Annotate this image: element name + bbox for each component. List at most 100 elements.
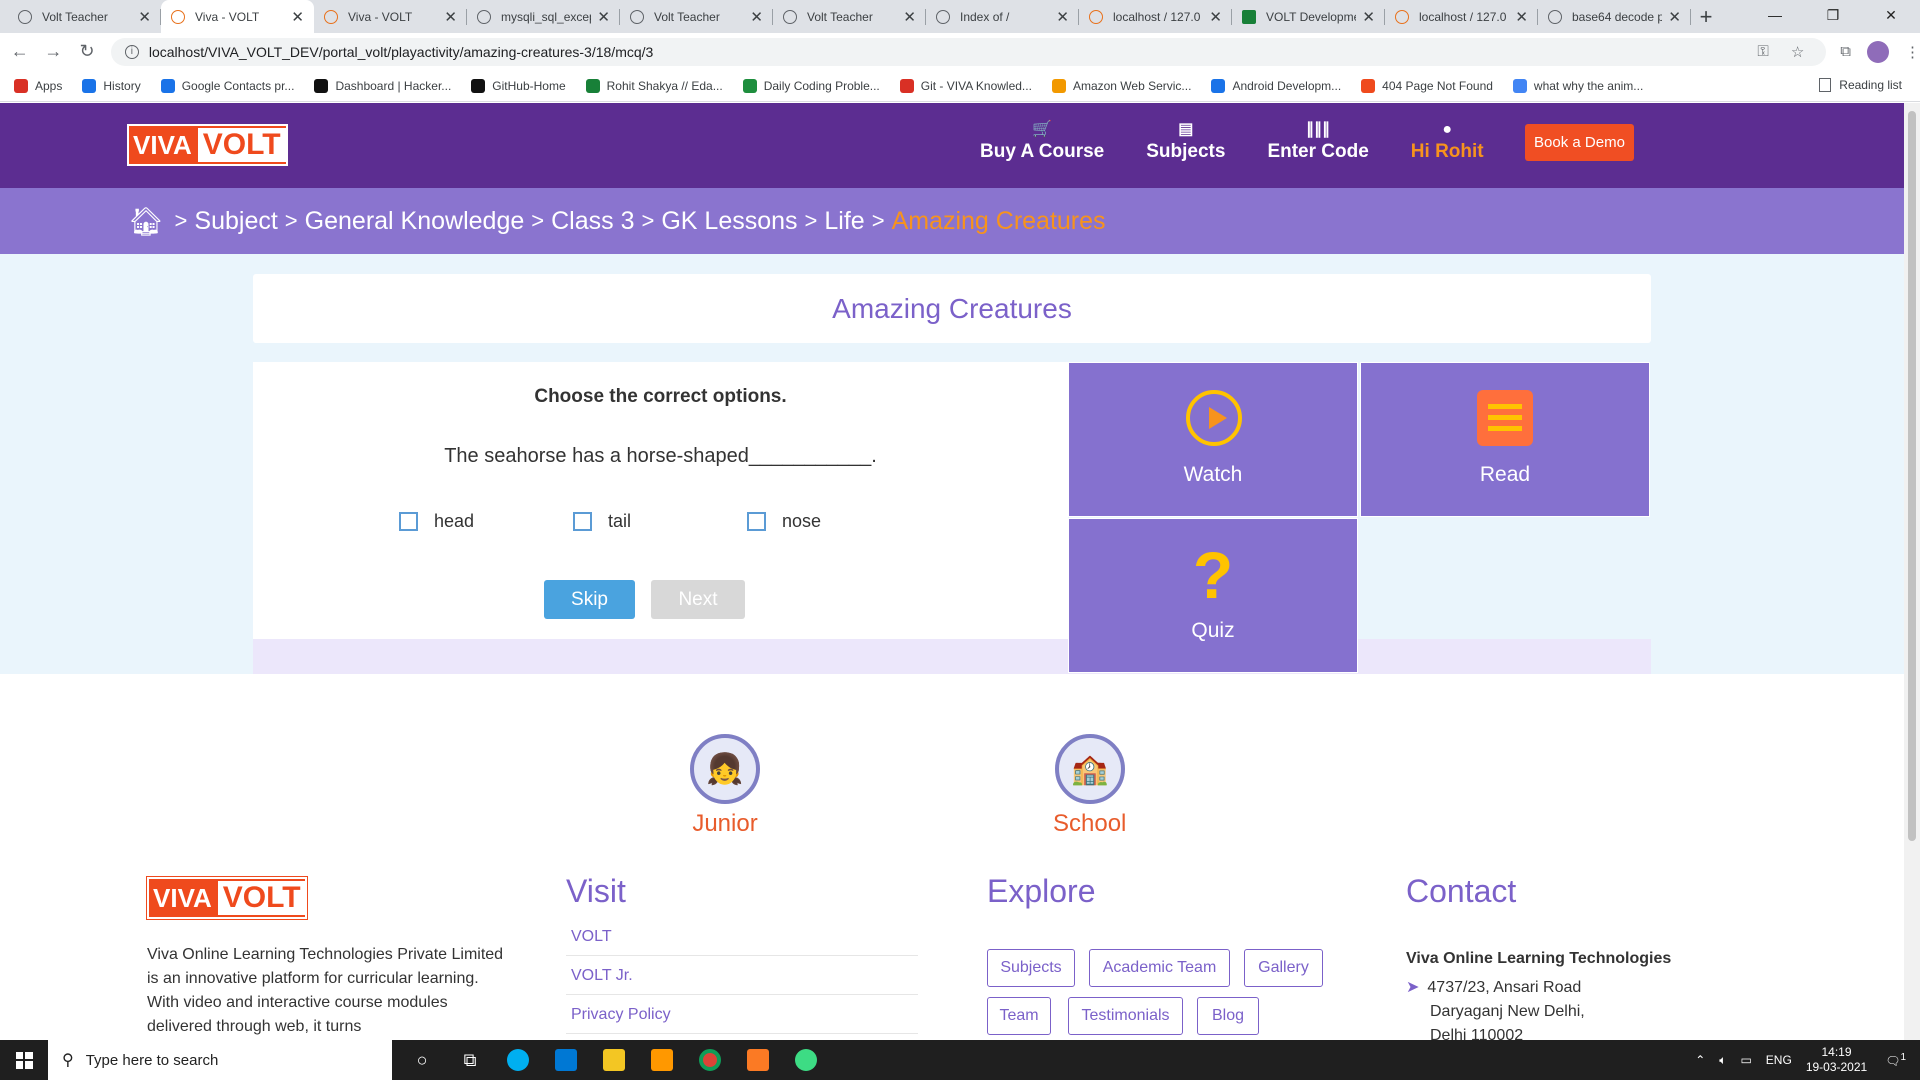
breadcrumb-item[interactable]: General Knowledge	[305, 207, 525, 236]
next-button[interactable]: Next	[651, 580, 745, 619]
browser-tab[interactable]: VOLT Developme ✕	[1232, 0, 1385, 33]
option-checkbox[interactable]	[573, 512, 592, 531]
bookmark-item[interactable]: Android Developm...	[1211, 78, 1341, 93]
browser-tab[interactable]: localhost / 127.0 ✕	[1079, 0, 1232, 33]
url-input[interactable]: i localhost/VIVA_VOLT_DEV/portal_volt/pl…	[110, 37, 1827, 66]
bookmark-star-icon[interactable]: ☆	[1791, 43, 1804, 61]
taskbar-clock[interactable]: 14:19 19-03-2021	[1806, 1045, 1867, 1075]
book-demo-button[interactable]: Book a Demo	[1525, 124, 1634, 161]
junior-category[interactable]: 👧 Junior	[690, 734, 760, 838]
viva-volt-logo[interactable]: VIVA VOLT	[127, 124, 288, 166]
explore-tag-subjects[interactable]: Subjects	[987, 949, 1075, 987]
back-icon[interactable]: ←	[6, 41, 34, 62]
home-icon[interactable]: 🏠︎	[128, 205, 164, 238]
android-studio-icon[interactable]	[782, 1040, 830, 1080]
bookmark-item[interactable]: Google Contacts pr...	[160, 78, 294, 93]
breadcrumb-item[interactable]: Life	[824, 207, 864, 236]
close-tab-icon[interactable]: ✕	[1209, 8, 1222, 26]
scrollbar-thumb[interactable]	[1908, 111, 1916, 841]
task-view-icon[interactable]: ⧉	[446, 1040, 494, 1080]
page-scrollbar[interactable]	[1904, 103, 1920, 1040]
skype-icon[interactable]	[494, 1040, 542, 1080]
read-tile[interactable]: Read	[1360, 362, 1650, 517]
xampp-icon[interactable]	[734, 1040, 782, 1080]
close-tab-icon[interactable]: ✕	[1515, 8, 1528, 26]
browser-tab[interactable]: Viva - VOLT ✕	[161, 0, 314, 33]
mail-icon[interactable]	[542, 1040, 590, 1080]
file-explorer-icon[interactable]	[590, 1040, 638, 1080]
breadcrumb-item[interactable]: Subject	[194, 207, 277, 236]
bookmark-item[interactable]: Git - VIVA Knowled...	[899, 78, 1032, 93]
bookmark-item[interactable]: Dashboard | Hacker...	[314, 78, 451, 93]
bookmark-item[interactable]: Amazon Web Servic...	[1051, 78, 1191, 93]
extensions-icon[interactable]: ⧉	[1840, 43, 1851, 60]
browser-tab[interactable]: Volt Teacher ✕	[773, 0, 926, 33]
close-tab-icon[interactable]: ✕	[1056, 8, 1069, 26]
volume-icon[interactable]: 🔈︎	[1719, 1053, 1726, 1068]
option-tail[interactable]: tail	[573, 511, 631, 532]
bookmark-item[interactable]: Apps	[14, 78, 62, 93]
nav-buy-a-course[interactable]: 🛒 Buy A Course	[980, 119, 1104, 163]
skip-button[interactable]: Skip	[544, 580, 635, 619]
close-tab-icon[interactable]: ✕	[750, 8, 763, 26]
browser-tab[interactable]: Index of / ✕	[926, 0, 1079, 33]
footer-logo[interactable]: VIVA VOLT	[147, 877, 307, 919]
language-indicator[interactable]: ENG	[1766, 1053, 1792, 1067]
bookmark-item[interactable]: what why the anim...	[1512, 78, 1643, 93]
visit-link[interactable]: VOLT Jr.	[566, 956, 918, 995]
chevron-up-icon[interactable]: ⌃	[1695, 1053, 1705, 1067]
breadcrumb-item[interactable]: Class 3	[551, 207, 634, 236]
forward-icon[interactable]: →	[40, 41, 68, 62]
site-info-icon[interactable]: i	[124, 44, 139, 59]
browser-tab[interactable]: Volt Teacher ✕	[8, 0, 161, 33]
browser-tab[interactable]: mysqli_sql_excep ✕	[467, 0, 620, 33]
bookmark-item[interactable]: History	[82, 78, 141, 93]
explore-tag-blog[interactable]: Blog	[1197, 997, 1259, 1035]
restore-icon[interactable]: ❐	[1804, 0, 1862, 33]
start-button[interactable]	[0, 1040, 48, 1080]
option-checkbox[interactable]	[747, 512, 766, 531]
browser-tab[interactable]: localhost / 127.0 ✕	[1385, 0, 1538, 33]
browser-tab[interactable]: Volt Teacher ✕	[620, 0, 773, 33]
bookmark-item[interactable]: Daily Coding Proble...	[742, 78, 880, 93]
school-category[interactable]: 🏫 School	[1053, 734, 1126, 838]
visit-link[interactable]: Privacy Policy	[566, 995, 918, 1034]
menu-kebab-icon[interactable]: ⋮	[1905, 43, 1920, 61]
bookmark-item[interactable]: GitHub-Home	[471, 78, 566, 93]
breadcrumb-item[interactable]: GK Lessons	[661, 207, 797, 236]
explore-tag-team[interactable]: Team	[987, 997, 1051, 1035]
explore-tag-gallery[interactable]: Gallery	[1244, 949, 1323, 987]
close-tab-icon[interactable]: ✕	[444, 8, 457, 26]
minimize-icon[interactable]: —	[1746, 0, 1804, 33]
quiz-tile[interactable]: ? Quiz	[1068, 518, 1358, 673]
close-window-icon[interactable]: ✕	[1862, 0, 1920, 33]
browser-tab[interactable]: Viva - VOLT ✕	[314, 0, 467, 33]
chrome-icon[interactable]	[686, 1040, 734, 1080]
cortana-icon[interactable]: ○	[398, 1040, 446, 1080]
option-checkbox[interactable]	[399, 512, 418, 531]
bookmark-item[interactable]: 404 Page Not Found	[1361, 78, 1493, 93]
reload-icon[interactable]: ↻	[73, 41, 101, 62]
close-tab-icon[interactable]: ✕	[1668, 8, 1681, 26]
sublime-text-icon[interactable]	[638, 1040, 686, 1080]
nav-enter-code[interactable]: ∥∥∥ Enter Code	[1267, 119, 1368, 163]
option-head[interactable]: head	[399, 511, 474, 532]
watch-tile[interactable]: Watch	[1068, 362, 1358, 517]
option-nose[interactable]: nose	[747, 511, 821, 532]
profile-avatar[interactable]	[1867, 40, 1890, 63]
close-tab-icon[interactable]: ✕	[597, 8, 610, 26]
explore-tag-academic-team[interactable]: Academic Team	[1089, 949, 1230, 987]
network-icon[interactable]: ▭	[1740, 1053, 1751, 1067]
nav-hi-rohit[interactable]: ● Hi Rohit	[1411, 119, 1484, 163]
close-tab-icon[interactable]: ✕	[138, 8, 151, 26]
bookmark-item[interactable]: Rohit Shakya // Eda...	[585, 78, 723, 93]
visit-link[interactable]: VOLT	[566, 928, 918, 956]
taskbar-search-input[interactable]: ⚲ Type here to search	[48, 1040, 392, 1080]
browser-tab[interactable]: base64 decode p ✕	[1538, 0, 1691, 33]
nav-subjects[interactable]: ▤ Subjects	[1146, 119, 1225, 163]
close-tab-icon[interactable]: ✕	[903, 8, 916, 26]
explore-tag-testimonials[interactable]: Testimonials	[1068, 997, 1183, 1035]
close-tab-icon[interactable]: ✕	[1362, 8, 1375, 26]
key-icon[interactable]: ⚿	[1757, 43, 1768, 60]
reading-list-button[interactable]: Reading list	[1819, 78, 1902, 92]
